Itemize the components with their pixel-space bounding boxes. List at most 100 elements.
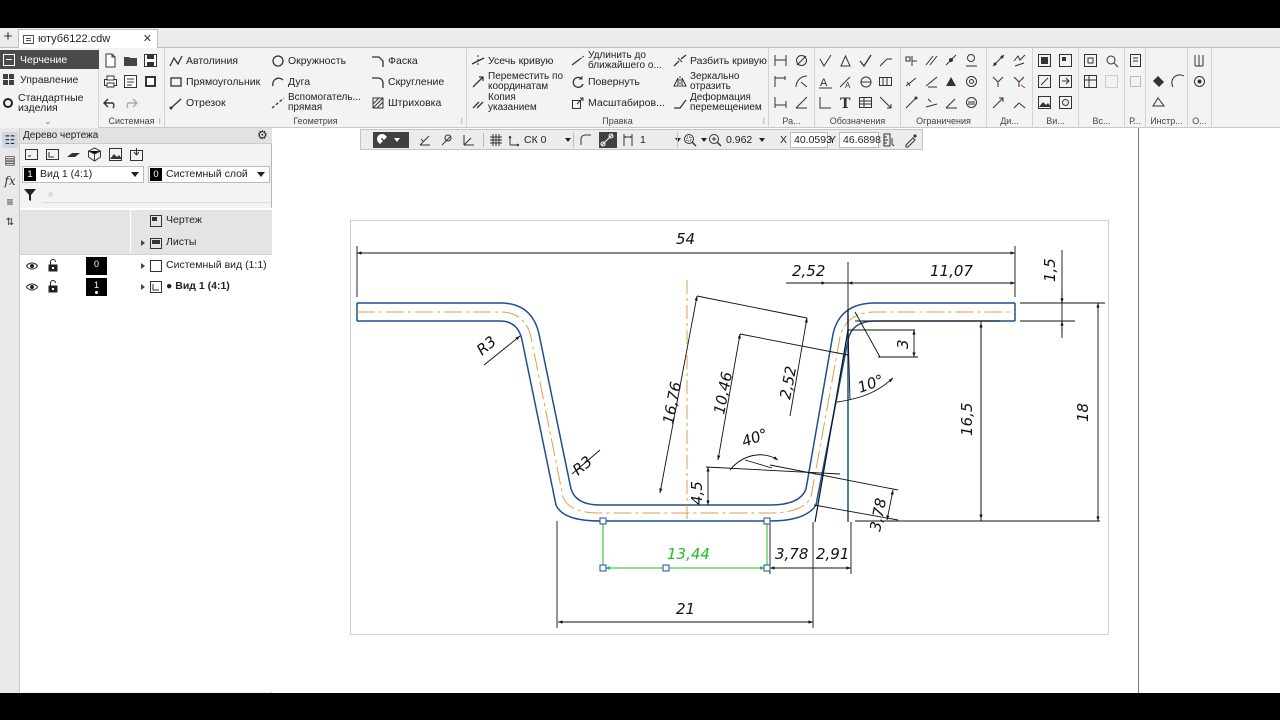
chamfer-button[interactable]: Фаска bbox=[371, 54, 418, 68]
base-dim-icon[interactable] bbox=[773, 95, 788, 110]
horizontal-icon[interactable] bbox=[904, 95, 919, 110]
zoom-select[interactable]: 0.962 bbox=[707, 132, 765, 148]
deform-button[interactable]: Деформация перемещением bbox=[673, 93, 762, 113]
param-icon[interactable] bbox=[1012, 53, 1027, 68]
leader-icon[interactable] bbox=[878, 53, 893, 68]
properties-tab-icon[interactable]: ▤ bbox=[2, 152, 18, 168]
variables-tab-icon[interactable]: fx bbox=[2, 173, 18, 189]
diameter-dim-icon[interactable] bbox=[794, 53, 809, 68]
zoom-mode-select[interactable] bbox=[682, 132, 707, 148]
tangent-icon[interactable] bbox=[964, 53, 979, 68]
radius-dim-icon[interactable] bbox=[794, 74, 809, 89]
save-icon[interactable] bbox=[143, 53, 158, 68]
show-constraints-icon[interactable] bbox=[991, 74, 1006, 89]
move-coords-button[interactable]: Переместить по координатам bbox=[471, 72, 563, 92]
expand-arrow-icon[interactable] bbox=[141, 284, 145, 290]
snap-toggle-button[interactable] bbox=[373, 132, 409, 148]
hole-icon[interactable] bbox=[858, 74, 873, 89]
coordinate-system-select[interactable]: СК 0 bbox=[507, 132, 571, 148]
new-tab-button[interactable]: + bbox=[1, 29, 15, 46]
y-coordinate-field[interactable]: 46.6898 bbox=[839, 132, 881, 148]
eye-icon[interactable] bbox=[25, 281, 39, 293]
open-folder-icon[interactable] bbox=[123, 53, 138, 68]
chevron-down-icon[interactable]: ⌄ bbox=[44, 116, 52, 127]
tree-layers-icon[interactable] bbox=[66, 147, 81, 162]
checkmark-icon[interactable] bbox=[858, 53, 873, 68]
parallel-icon[interactable] bbox=[924, 53, 939, 68]
equal-radius-icon[interactable] bbox=[964, 95, 979, 110]
position-icon[interactable]: A bbox=[818, 74, 833, 89]
parameters-tab-icon[interactable]: ⇅ bbox=[2, 215, 18, 231]
hatch-button[interactable]: Штриховка bbox=[371, 96, 441, 110]
aux-line-button[interactable]: Вспомогатель... прямая bbox=[271, 93, 361, 113]
angle-constraint-icon[interactable] bbox=[944, 95, 959, 110]
eyedropper-button[interactable] bbox=[903, 132, 919, 148]
copy-button[interactable]: Копия указанием bbox=[471, 93, 537, 113]
view-layout-icon[interactable] bbox=[1058, 53, 1073, 68]
undo-icon[interactable] bbox=[103, 95, 118, 110]
dim-arrows-icon[interactable] bbox=[991, 95, 1006, 110]
delete-constraints-icon[interactable] bbox=[1012, 74, 1027, 89]
rotate-button[interactable]: Повернуть bbox=[571, 75, 640, 89]
concentric-icon[interactable] bbox=[964, 74, 979, 89]
insert-image-icon[interactable] bbox=[1104, 53, 1119, 68]
detail-view-icon[interactable] bbox=[1058, 95, 1073, 110]
angle-dim-icon[interactable] bbox=[794, 95, 809, 110]
autoline-button[interactable]: Автолиния bbox=[169, 54, 238, 68]
tree-node-sheets[interactable]: Листы bbox=[20, 232, 272, 254]
vertical-icon[interactable] bbox=[924, 95, 939, 110]
section-line-icon[interactable] bbox=[878, 95, 893, 110]
grid-button[interactable] bbox=[488, 132, 504, 148]
mark-icon[interactable]: A bbox=[838, 74, 853, 89]
document-tab[interactable]: ютуб6122.cdw ✕ bbox=[18, 29, 158, 48]
linear-dim-icon[interactable] bbox=[773, 53, 788, 68]
layers-tab-icon[interactable]: ≡ bbox=[2, 194, 18, 210]
fillet-button[interactable]: Скругление bbox=[371, 75, 444, 89]
expand-arrow-icon[interactable] bbox=[141, 263, 145, 269]
mode-drawing[interactable]: Черчение bbox=[0, 50, 99, 69]
gear-icon[interactable]: ⚙ bbox=[257, 129, 270, 142]
dim-drive-icon[interactable] bbox=[991, 53, 1006, 68]
x-coordinate-field[interactable]: 40.0593 bbox=[790, 132, 832, 148]
measure-button[interactable] bbox=[881, 132, 897, 148]
chain-dim-icon[interactable] bbox=[773, 74, 788, 89]
object-ref-icon[interactable] bbox=[1192, 74, 1207, 89]
mirror-button[interactable]: Зеркально отразить bbox=[673, 72, 739, 92]
new-view-icon[interactable] bbox=[1037, 53, 1052, 68]
tolerance-icon[interactable] bbox=[878, 74, 893, 89]
paint-bucket-icon[interactable] bbox=[1151, 74, 1166, 89]
coords-button[interactable] bbox=[461, 132, 477, 148]
tree-image-icon[interactable] bbox=[108, 147, 123, 162]
table-icon[interactable] bbox=[858, 95, 873, 110]
tree-node-drawing[interactable]: Чертеж bbox=[20, 210, 272, 232]
insert-fragment-icon[interactable] bbox=[1083, 53, 1098, 68]
print-icon[interactable] bbox=[103, 74, 118, 89]
step-select[interactable]: 1 bbox=[620, 132, 681, 148]
view-arrow-dir-icon[interactable] bbox=[1058, 74, 1073, 89]
view-select[interactable]: 1 Вид 1 (4:1) bbox=[22, 166, 144, 183]
close-tab-icon[interactable]: ✕ bbox=[143, 32, 152, 45]
eye-icon[interactable] bbox=[25, 260, 39, 272]
dim-text-icon[interactable] bbox=[1012, 95, 1027, 110]
roughness-icon[interactable] bbox=[818, 53, 833, 68]
circle-button[interactable]: Окружность bbox=[271, 54, 346, 68]
snap-local-button[interactable] bbox=[439, 132, 455, 148]
trim-curve-button[interactable]: Усечь кривую bbox=[471, 54, 553, 68]
group-options-icon[interactable]: ⁝ bbox=[460, 117, 463, 126]
scale-button[interactable]: Масштабиров... bbox=[571, 96, 665, 110]
object-spec-icon[interactable] bbox=[1192, 53, 1207, 68]
view-arrow-icon[interactable] bbox=[818, 95, 833, 110]
split-curve-button[interactable]: Разбить кривую bbox=[673, 54, 767, 68]
image-view-icon[interactable] bbox=[1037, 95, 1052, 110]
ortho-button[interactable] bbox=[417, 132, 433, 148]
tree-3d-icon[interactable] bbox=[87, 147, 102, 162]
redo-icon[interactable] bbox=[123, 95, 138, 110]
tree-export-icon[interactable] bbox=[129, 147, 144, 162]
snap-points-button[interactable] bbox=[599, 132, 617, 148]
arc-button[interactable]: Дуга bbox=[271, 75, 310, 89]
symmetric-icon[interactable] bbox=[944, 74, 959, 89]
group-options-icon[interactable]: ⁝ bbox=[158, 117, 161, 126]
insert-table-icon[interactable] bbox=[1083, 74, 1098, 89]
tree-tab-icon[interactable]: ☷ bbox=[2, 132, 18, 148]
segment-button[interactable]: Отрезок bbox=[169, 96, 226, 110]
